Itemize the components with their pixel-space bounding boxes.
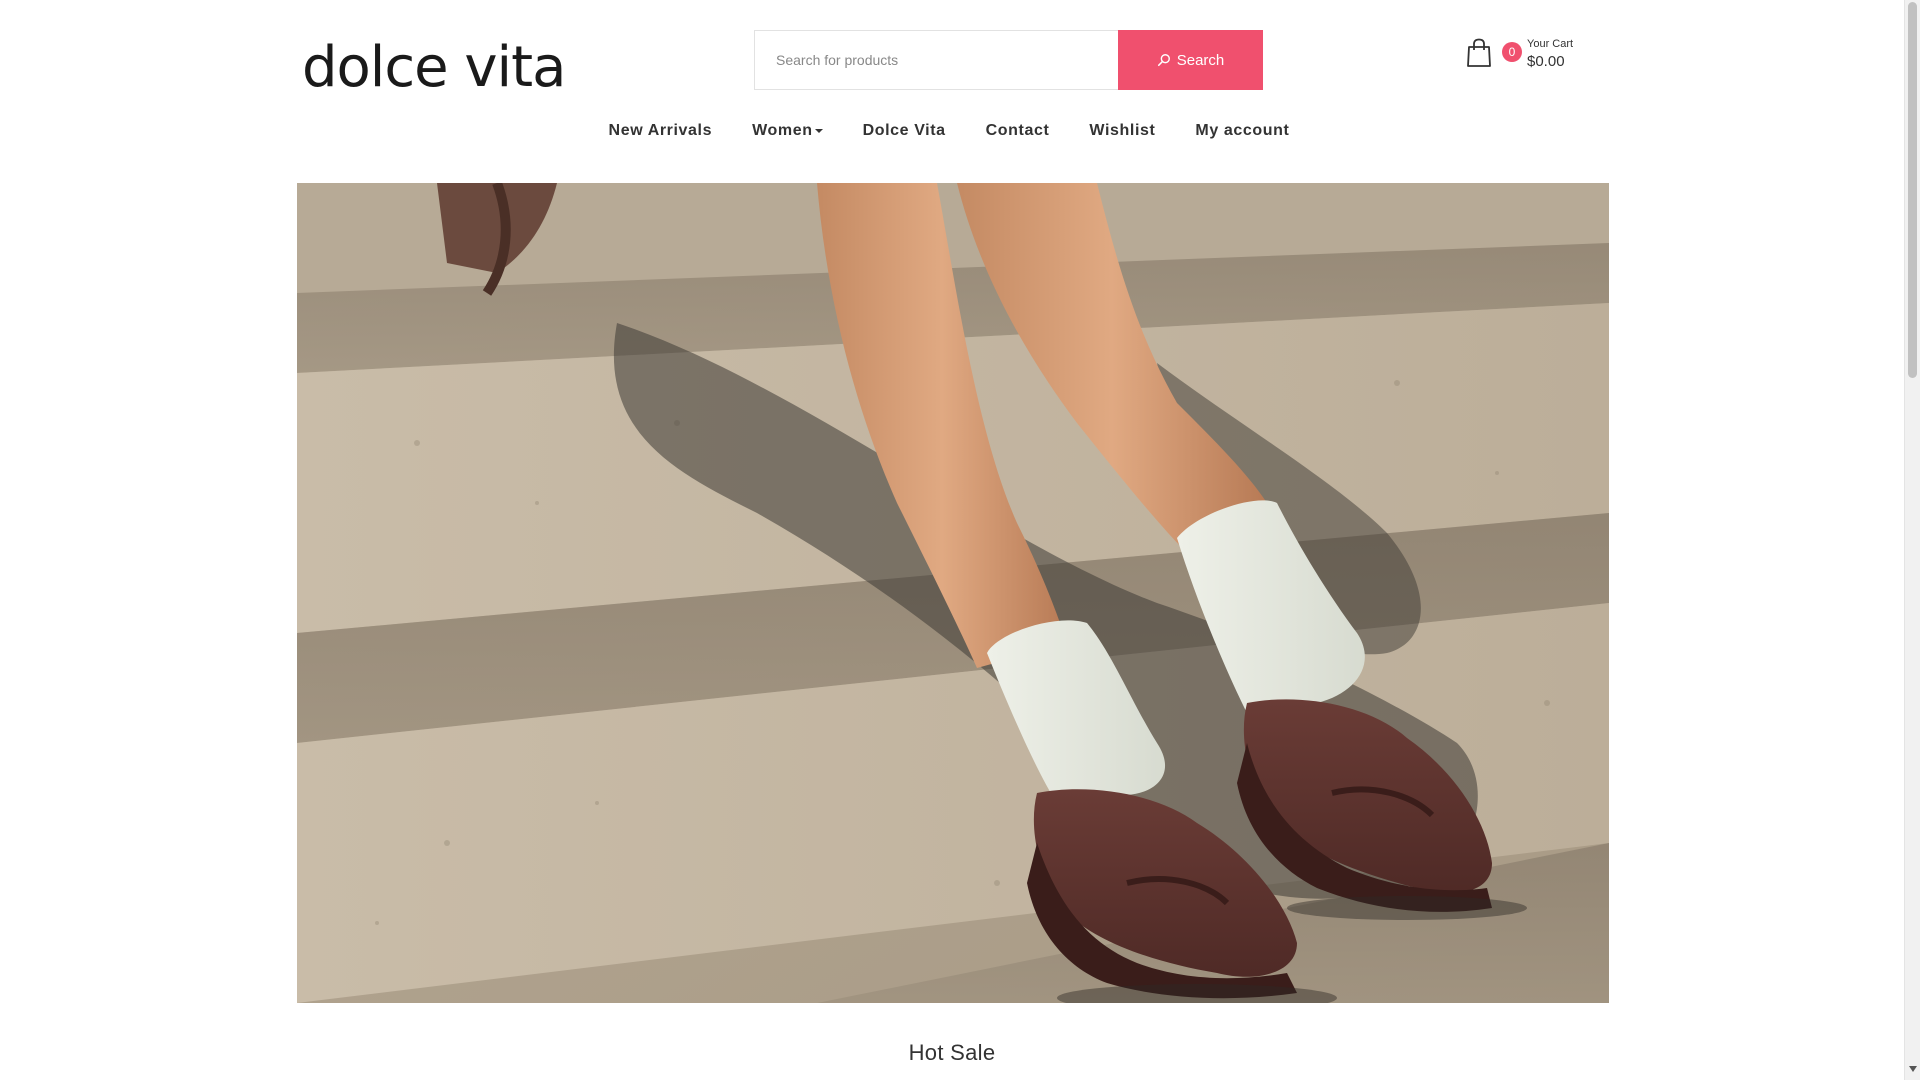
- cart-widget[interactable]: 0 Your Cart $0.00: [1466, 38, 1596, 74]
- cart-total: $0.00: [1527, 53, 1565, 70]
- scroll-down-arrow-icon[interactable]: [1909, 1066, 1917, 1072]
- nav-item-wishlist[interactable]: Wishlist: [1069, 116, 1175, 146]
- search-button[interactable]: Search: [1118, 30, 1263, 90]
- hot-sale-heading: Hot Sale: [908, 1040, 996, 1065]
- page: dolce vita Search 0 Your Cart $0.00 New …: [0, 0, 1904, 1080]
- page-scrollbar[interactable]: [1904, 0, 1920, 1080]
- nav-item-dolce-vita[interactable]: Dolce Vita: [843, 116, 966, 146]
- nav-item-contact[interactable]: Contact: [966, 116, 1070, 146]
- caret-down-icon: [814, 129, 823, 133]
- scrollbar-thumb[interactable]: [1908, 2, 1917, 378]
- nav-item-women-label: Women: [752, 122, 813, 139]
- cart-count-badge: 0: [1502, 42, 1522, 62]
- search-button-label: Search: [1176, 51, 1225, 69]
- search-icon: [1157, 54, 1170, 67]
- site-logo[interactable]: dolce vita: [302, 36, 566, 100]
- cart-label: Your Cart: [1527, 38, 1574, 50]
- shopping-bag-icon: [1467, 38, 1491, 67]
- nav-item-new-arrivals[interactable]: New Arrivals: [589, 116, 733, 146]
- nav-item-my-account[interactable]: My account: [1175, 116, 1309, 146]
- search-bar: Search: [754, 30, 1263, 90]
- search-input[interactable]: [754, 30, 1118, 90]
- hero-banner[interactable]: [297, 183, 1609, 1003]
- nav-item-women[interactable]: Women: [732, 116, 842, 146]
- hero-image: [297, 183, 1609, 1003]
- main-nav: New Arrivals Women Dolce Vita Contact Wi…: [0, 116, 1904, 146]
